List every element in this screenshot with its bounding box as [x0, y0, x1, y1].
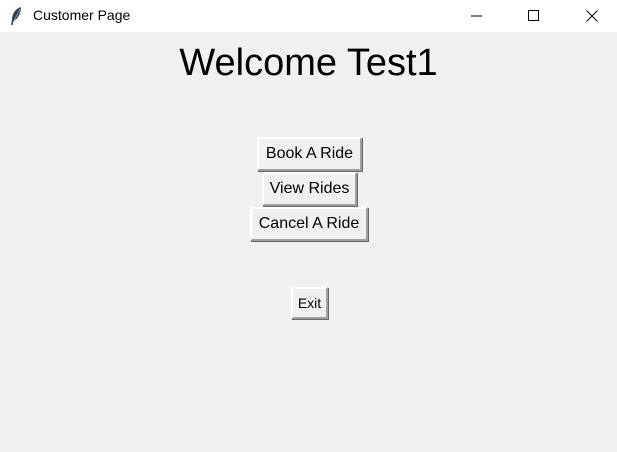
- close-icon: [586, 10, 598, 22]
- welcome-heading: Welcome Test1: [179, 42, 438, 84]
- window-title: Customer Page: [33, 7, 131, 23]
- book-ride-button[interactable]: Book A Ride: [257, 137, 362, 171]
- exit-button[interactable]: Exit: [291, 287, 328, 319]
- customer-page-content: Welcome Test1 Book A Ride View Rides Can…: [0, 32, 617, 452]
- maximize-button[interactable]: [511, 0, 557, 32]
- title-bar: Customer Page: [0, 0, 617, 32]
- close-button[interactable]: [569, 0, 615, 32]
- view-rides-button[interactable]: View Rides: [262, 172, 357, 206]
- cancel-ride-button[interactable]: Cancel A Ride: [250, 207, 368, 241]
- maximize-icon: [528, 10, 539, 21]
- feather-icon: [9, 6, 23, 26]
- minimize-button[interactable]: [454, 0, 500, 32]
- minimize-icon: [471, 15, 482, 17]
